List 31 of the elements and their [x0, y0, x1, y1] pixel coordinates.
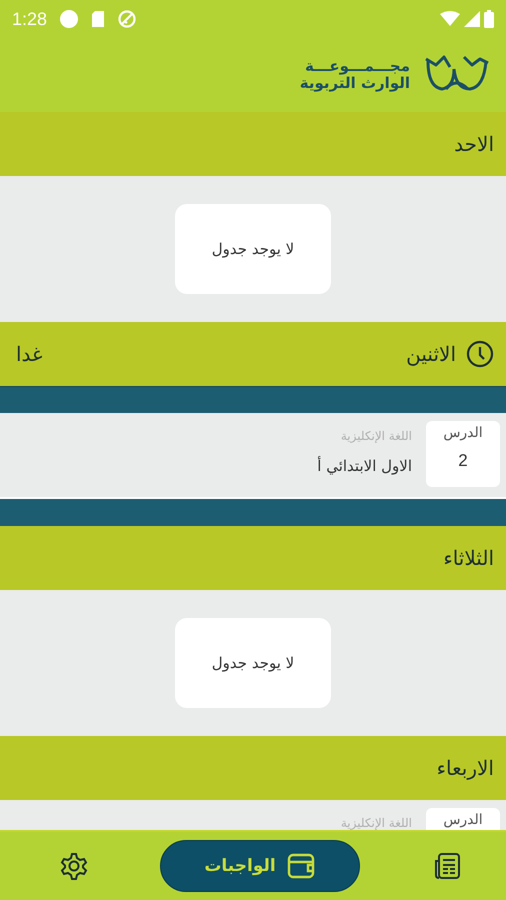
period-label: الدرس — [443, 425, 483, 441]
period-number: 2 — [458, 451, 468, 471]
notification-dot-icon — [59, 9, 80, 29]
day-name: الثلاثاء — [443, 546, 494, 570]
wallet-icon — [286, 851, 316, 881]
signal-icon — [464, 11, 480, 27]
day-name: الاثنين — [406, 342, 456, 366]
day-header[interactable]: الاثنين غدا — [0, 322, 506, 386]
day-note: غدا — [16, 342, 43, 366]
empty-message: لا يوجد جدول — [175, 204, 331, 294]
nav-homework-button[interactable]: الواجبات — [160, 840, 360, 892]
day-name: الاحد — [454, 132, 494, 156]
day-header[interactable]: الثلاثاء — [0, 526, 506, 590]
day-header[interactable]: الاحد — [0, 112, 506, 176]
wifi-icon — [440, 11, 460, 27]
lesson-row[interactable]: الدرس اللغة الإنكليزية — [0, 800, 506, 830]
status-time: 1:28 — [12, 8, 48, 30]
logo-text: الوارث التربوية — [300, 75, 410, 92]
sync-off-icon — [117, 9, 138, 29]
settings-icon — [60, 852, 88, 880]
logo-text: مجـــمـــوعـــة — [304, 58, 410, 75]
newspaper-icon — [432, 851, 462, 881]
subject-name: اللغة الإنكليزية — [340, 816, 412, 830]
period-label: الدرس — [443, 812, 483, 828]
class-name: الاول الابتدائي أ — [317, 457, 412, 475]
day-header[interactable]: الاربعاء — [0, 736, 506, 800]
subject-name: اللغة الإنكليزية — [340, 429, 412, 443]
sd-card-icon — [91, 10, 106, 28]
empty-message: لا يوجد جدول — [175, 618, 331, 708]
day-name: الاربعاء — [436, 756, 494, 780]
battery-icon — [484, 10, 494, 28]
